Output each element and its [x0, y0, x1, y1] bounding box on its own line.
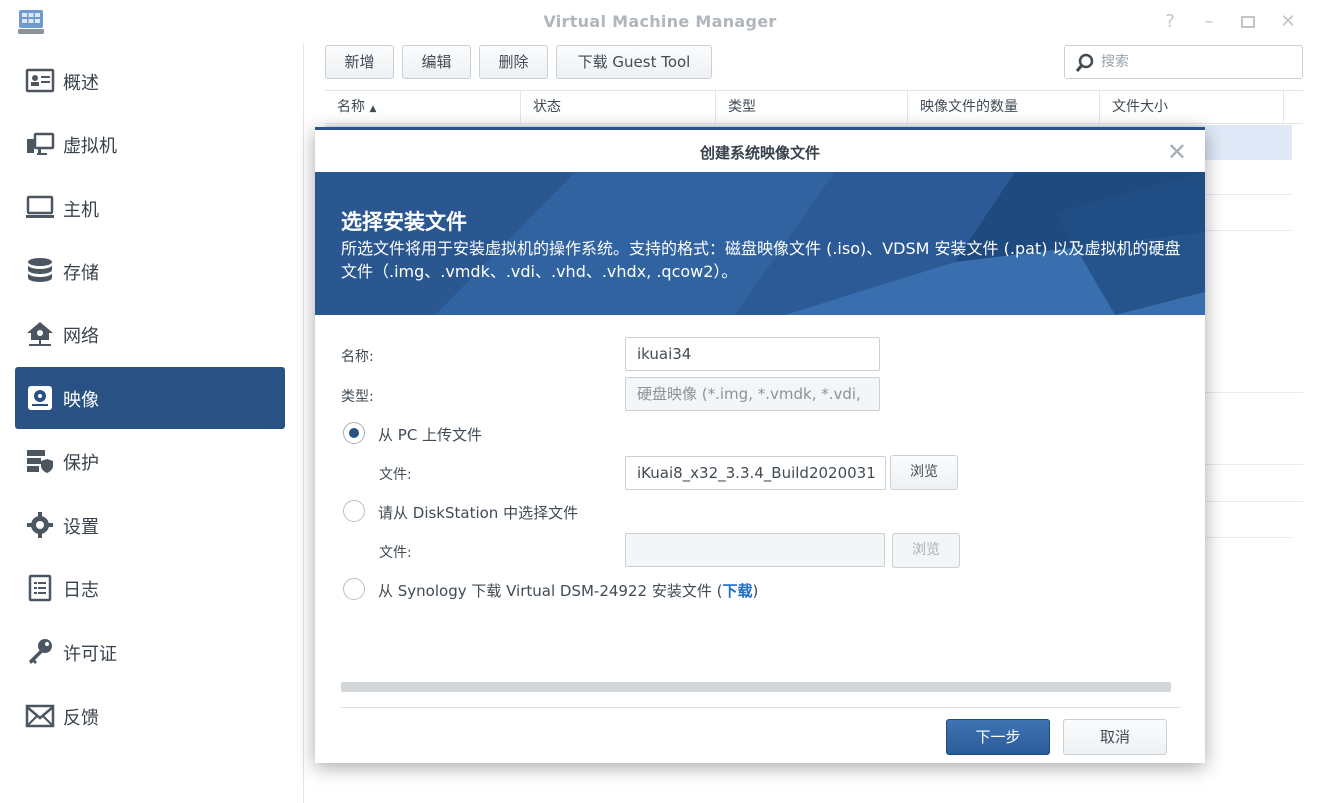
- sidebar-item-label: 映像: [63, 390, 99, 411]
- name-label: 名称:: [341, 349, 374, 365]
- ds-browse-button[interactable]: 浏览: [892, 533, 960, 568]
- edit-button[interactable]: 编辑: [402, 45, 471, 79]
- sidebar: 概述 虚拟机 主机 存储 网络 映像 保护 设置 日志 许可证 反馈: [0, 44, 304, 803]
- sidebar-item-label: 许可证: [63, 644, 117, 665]
- sidebar-item-label: 存储: [63, 263, 99, 284]
- sidebar-item-virtual-machine[interactable]: 虚拟机: [15, 113, 285, 175]
- radio-download-from-synology[interactable]: [343, 578, 365, 600]
- search-input[interactable]: [1101, 52, 1291, 72]
- dialog-banner: 选择安装文件 所选文件将用于安装虚拟机的操作系统。支持的格式：磁盘映像文件 (.…: [315, 172, 1205, 315]
- column-name[interactable]: 名称 ▲: [325, 91, 521, 124]
- ds-file-field[interactable]: [625, 533, 885, 567]
- sidebar-item-settings[interactable]: 设置: [15, 494, 285, 556]
- column-label: 文件大小: [1112, 99, 1168, 115]
- column-status[interactable]: 状态: [521, 91, 716, 124]
- synology-option-suffix: ): [752, 582, 759, 600]
- window-titlebar: Virtual Machine Manager ? – ✕: [0, 0, 1320, 44]
- column-label: 名称: [337, 99, 365, 115]
- license-icon: [29, 639, 52, 664]
- radio-upload-from-pc-label[interactable]: 从 PC 上传文件: [378, 424, 482, 445]
- sidebar-item-log[interactable]: 日志: [15, 557, 285, 619]
- sidebar-item-image[interactable]: 映像: [15, 367, 285, 429]
- host-icon: [26, 195, 54, 218]
- ds-file-label: 文件:: [379, 545, 412, 561]
- minimize-icon[interactable]: –: [1197, 10, 1221, 34]
- help-icon[interactable]: ?: [1158, 10, 1182, 34]
- virtual-machine-icon: [27, 132, 55, 155]
- sidebar-item-license[interactable]: 许可证: [15, 621, 285, 683]
- sidebar-item-label: 概述: [63, 73, 99, 94]
- grid-header: 名称 ▲ 状态 类型 映像文件的数量 文件大小: [325, 90, 1303, 124]
- download-guest-tool-button[interactable]: 下载 Guest Tool: [556, 45, 712, 79]
- pc-file-label: 文件:: [379, 467, 412, 483]
- type-label: 类型:: [341, 389, 374, 405]
- add-button[interactable]: 新增: [325, 45, 394, 79]
- sidebar-item-label: 网络: [63, 326, 99, 347]
- banner-description: 所选文件将用于安装虚拟机的操作系统。支持的格式：磁盘映像文件 (.iso)、VD…: [341, 239, 1181, 281]
- maximize-icon[interactable]: [1236, 10, 1260, 34]
- column-label: 状态: [533, 99, 561, 115]
- banner-title: 选择安装文件: [341, 210, 467, 234]
- sort-asc-icon: ▲: [369, 104, 377, 114]
- dialog-close-icon[interactable]: ✕: [1167, 138, 1187, 166]
- settings-icon: [27, 512, 53, 538]
- log-icon: [28, 574, 52, 602]
- synology-option-text: 从 Synology 下载 Virtual DSM-24922 安装文件 (: [378, 582, 723, 600]
- radio-upload-from-pc[interactable]: [343, 422, 365, 444]
- download-link[interactable]: 下载: [722, 582, 752, 600]
- dialog-title: 创建系统映像文件: [699, 144, 820, 162]
- sidebar-item-label: 保护: [63, 453, 99, 474]
- name-field[interactable]: ikuai34: [625, 337, 880, 371]
- delete-button[interactable]: 删除: [479, 45, 548, 79]
- image-icon: [28, 386, 52, 410]
- column-image-count[interactable]: 映像文件的数量: [908, 91, 1100, 124]
- search-box[interactable]: [1064, 45, 1303, 79]
- create-image-dialog: 创建系统映像文件 ✕ 选择安装文件 所选文件将用于安装虚拟机的操作系统。支持的格…: [315, 127, 1205, 763]
- radio-select-from-diskstation[interactable]: [343, 500, 365, 522]
- column-label: 类型: [728, 99, 756, 115]
- next-button[interactable]: 下一步: [946, 719, 1050, 755]
- network-icon: [27, 322, 53, 346]
- pc-browse-button[interactable]: 浏览: [890, 455, 958, 490]
- sidebar-item-label: 主机: [63, 200, 99, 221]
- search-icon: [1075, 53, 1094, 72]
- sidebar-item-label: 设置: [63, 517, 99, 538]
- feedback-icon: [25, 704, 55, 728]
- overview-icon: [25, 68, 55, 93]
- column-file-size[interactable]: 文件大小: [1100, 91, 1284, 124]
- sidebar-item-host[interactable]: 主机: [15, 177, 285, 239]
- sidebar-item-storage[interactable]: 存储: [15, 240, 285, 302]
- radio-select-from-diskstation-label[interactable]: 请从 DiskStation 中选择文件: [378, 502, 578, 523]
- progress-bar: [341, 682, 1171, 692]
- column-type[interactable]: 类型: [716, 91, 908, 124]
- sidebar-item-protection[interactable]: 保护: [15, 430, 285, 492]
- radio-download-from-synology-label[interactable]: 从 Synology 下载 Virtual DSM-24922 安装文件 (下载…: [378, 580, 758, 601]
- sidebar-item-label: 反馈: [63, 708, 99, 729]
- cancel-button[interactable]: 取消: [1063, 719, 1167, 755]
- sidebar-item-feedback[interactable]: 反馈: [15, 685, 285, 747]
- column-label: 映像文件的数量: [920, 99, 1018, 115]
- close-icon[interactable]: ✕: [1276, 10, 1300, 34]
- sidebar-item-label: 日志: [63, 580, 99, 601]
- protection-icon: [27, 450, 53, 473]
- sidebar-item-network[interactable]: 网络: [15, 303, 285, 365]
- window-title: Virtual Machine Manager: [543, 12, 777, 31]
- pc-file-field[interactable]: iKuai8_x32_3.3.4_Build2020031: [625, 456, 886, 490]
- sidebar-item-label: 虚拟机: [63, 136, 117, 157]
- footer-divider: [341, 707, 1181, 708]
- sidebar-item-overview[interactable]: 概述: [15, 50, 285, 112]
- storage-icon: [28, 258, 52, 282]
- type-field[interactable]: 硬盘映像 (*.img, *.vmdk, *.vdi,: [625, 377, 880, 411]
